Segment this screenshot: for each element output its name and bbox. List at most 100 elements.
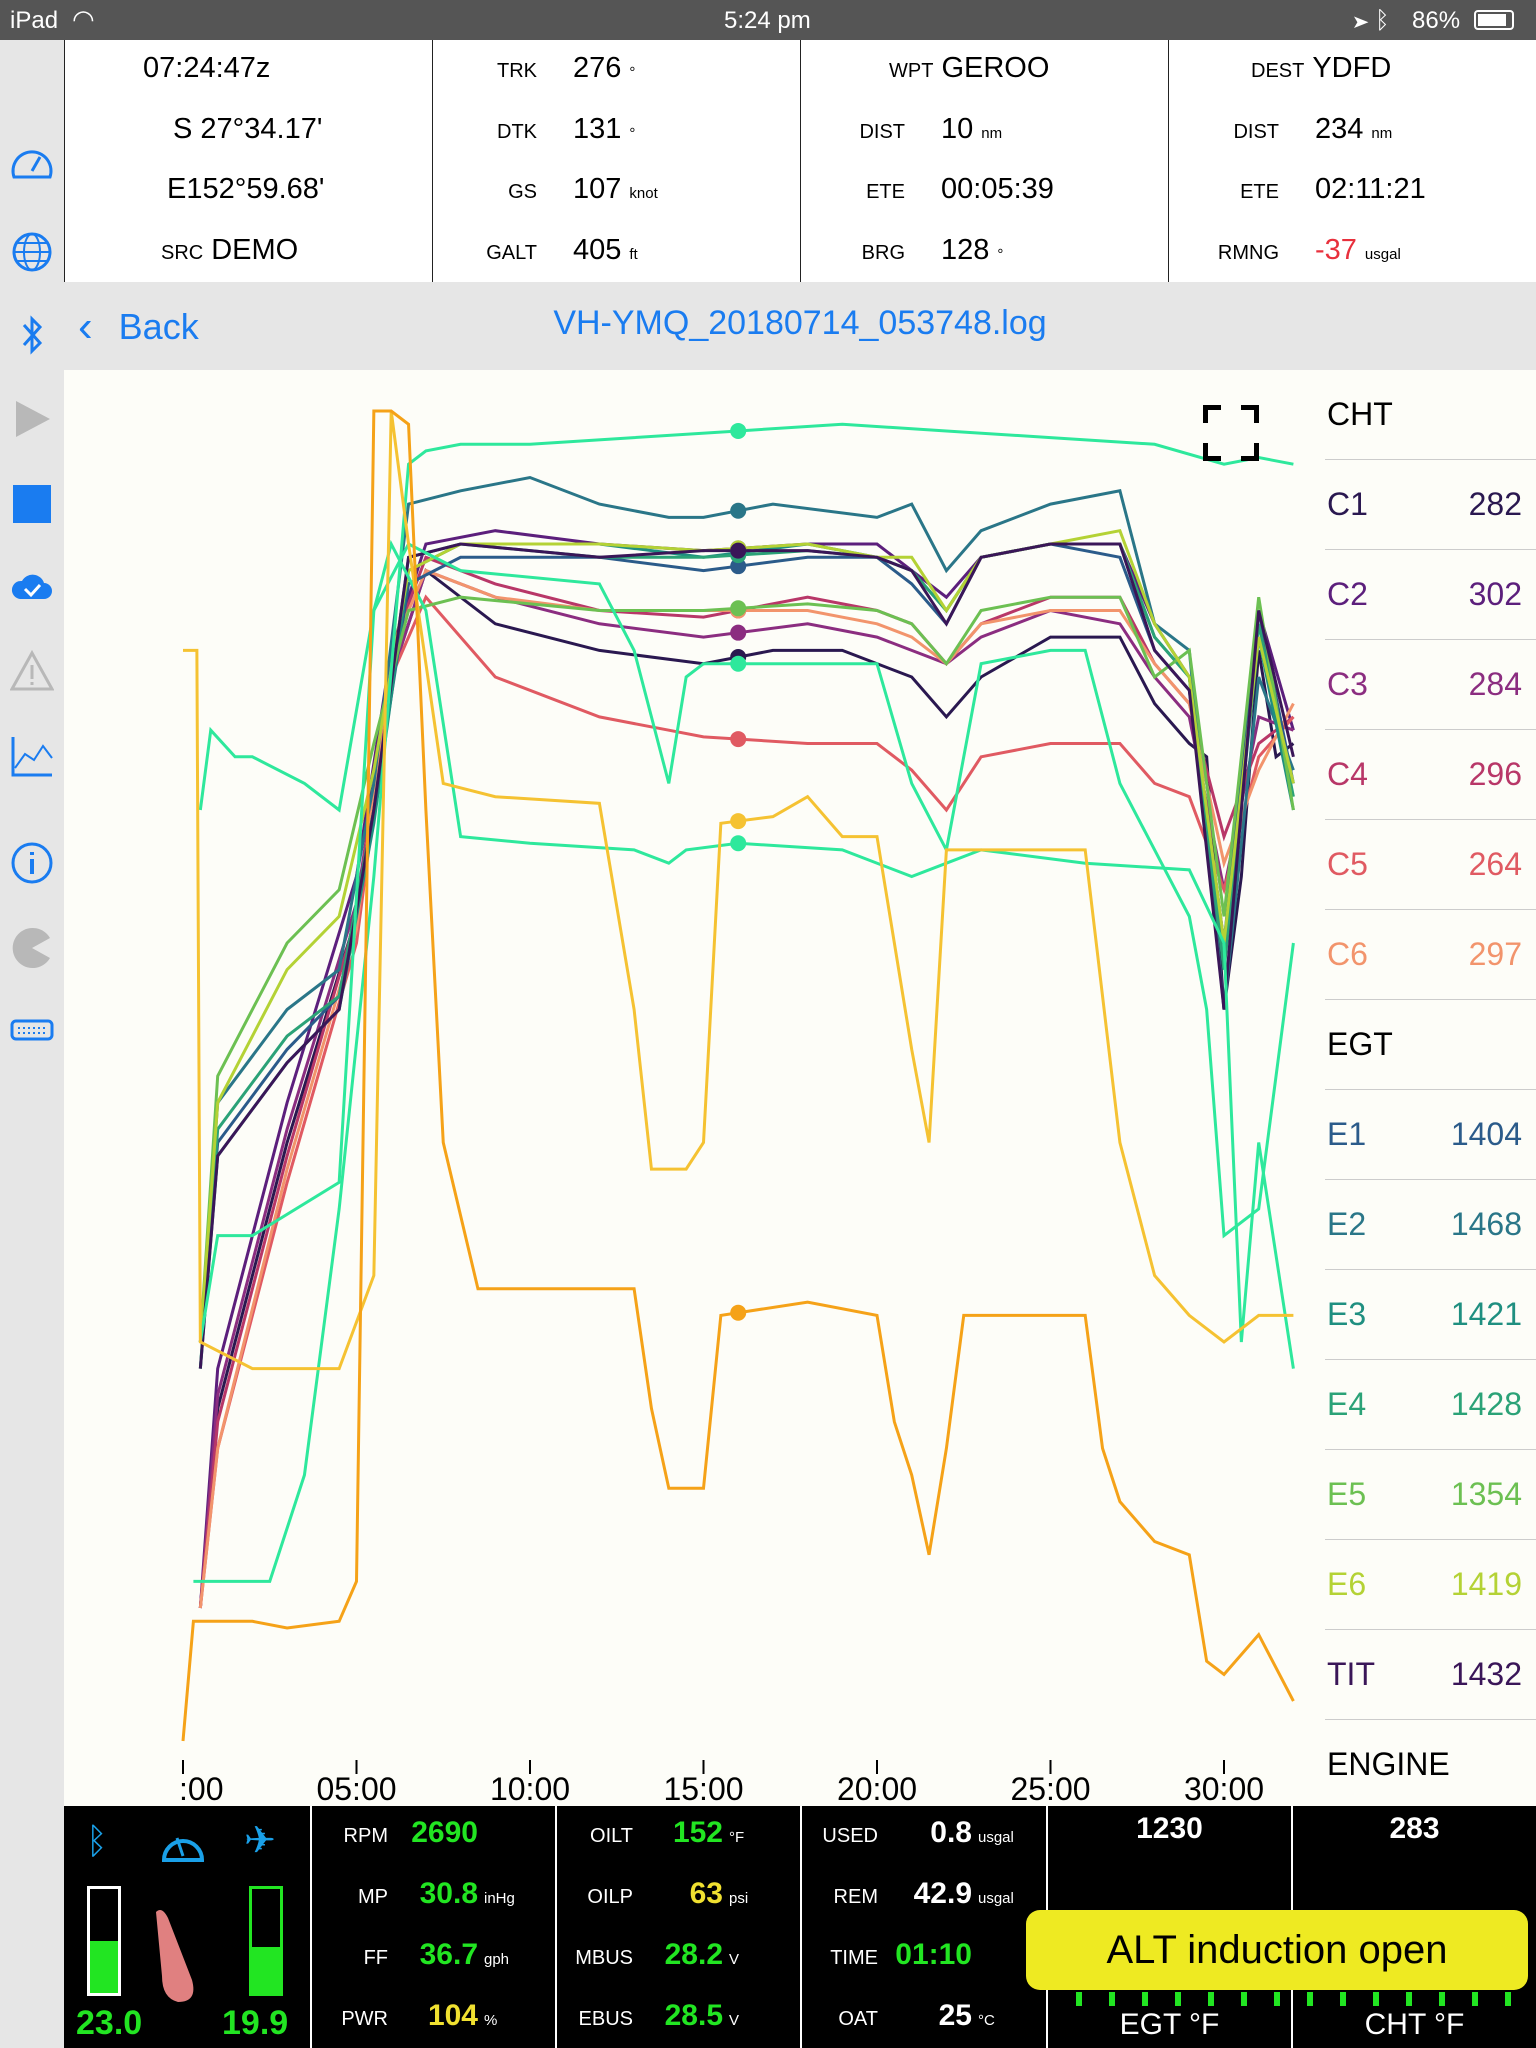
left-fuel-bar: [87, 1886, 121, 1996]
legend-label: C5: [1327, 846, 1368, 882]
x-tick-label: 20:00: [837, 1771, 917, 1806]
cursor-dot-engine-13: [730, 422, 747, 439]
cursor-dot-E5: [730, 600, 747, 617]
cursor-dot-E2: [730, 502, 747, 519]
info-row: GS 107 knot: [433, 173, 800, 213]
info-label: DIST: [1233, 121, 1279, 143]
gauge-unit: usgal: [978, 1829, 1014, 1846]
engine-monitor-panel: ᛒ ✈ 23.0 19.9 RPM 2690 MP 30.8 inHg FF 36.7 gph…: [64, 1806, 1536, 2048]
legend-item: E6 1419: [1325, 1540, 1536, 1630]
info-unit: nm: [981, 125, 1003, 142]
gauge-value: 01:10: [895, 1938, 972, 1971]
bar-tick: [1208, 1992, 1214, 2006]
egt-value: 1230: [1136, 1812, 1203, 1845]
bar-tick: [1505, 1992, 1511, 2006]
gauge-label: OILP: [587, 1886, 633, 1908]
x-tick-label: 30:00: [1184, 1771, 1264, 1806]
gauge-label: FF: [363, 1947, 388, 1969]
gauge-label: PWR: [341, 2008, 388, 2030]
gauge-value: 42.9: [913, 1877, 972, 1910]
fullscreen-icon[interactable]: [1202, 404, 1260, 462]
info-label: DTK: [497, 121, 537, 143]
x-tick-label: 10:00: [490, 1771, 570, 1806]
dest-value: YDFD: [1312, 52, 1392, 84]
info-label: GALT: [486, 242, 537, 264]
airplane-icon: ✈: [244, 1820, 276, 1862]
warning-icon[interactable]: [10, 649, 54, 693]
info-row: ETE 00:05:39: [801, 173, 1168, 213]
bluetooth-icon[interactable]: [10, 313, 54, 357]
cursor-dot-engine-16: [730, 813, 747, 830]
play-icon[interactable]: [10, 397, 54, 441]
gauge-unit: gph: [484, 1951, 510, 1968]
cloud-check-icon[interactable]: [10, 565, 54, 609]
info-value: 128: [941, 234, 990, 266]
status-bar: iPad ◠ 5:24 pm ➤ ᛒ 86%: [0, 0, 1536, 40]
bar-tick: [1472, 1992, 1478, 2006]
legend-item: E5 1354: [1325, 1450, 1536, 1540]
legend-label: E3: [1327, 1296, 1367, 1332]
legend-item: C3 284: [1325, 640, 1536, 730]
legend-item: E2 1468: [1325, 1180, 1536, 1270]
alert-banner[interactable]: ALT induction open: [1026, 1910, 1528, 1990]
gauge-value: 30.8: [419, 1877, 478, 1910]
legend-value: 1419: [1450, 1566, 1522, 1602]
log-title: VH-YMQ_20180714_053748.log: [553, 304, 1047, 342]
stop-icon[interactable]: [10, 482, 54, 526]
legend-item: TIT 1432: [1325, 1630, 1536, 1720]
legend-header: CHT: [1325, 370, 1536, 460]
keyboard-icon[interactable]: [10, 1008, 54, 1052]
info-row: DIST 10 nm: [801, 113, 1168, 153]
info-label: GS: [508, 181, 537, 203]
bar-tick: [1406, 1992, 1412, 2006]
legend-value: 297: [1468, 936, 1522, 972]
legend-item: E1 1404: [1325, 1090, 1536, 1180]
gauge-icon[interactable]: [10, 141, 54, 185]
legend-value: 1421: [1450, 1296, 1522, 1332]
gauge-value: 104: [427, 1999, 478, 2032]
info-icon[interactable]: [10, 841, 54, 885]
dest-label: DEST: [1251, 60, 1305, 82]
globe-icon[interactable]: [10, 230, 54, 274]
legend-item: E4 1428: [1325, 1360, 1536, 1450]
bar-tick: [1142, 1992, 1148, 2006]
bar-tick: [1175, 1992, 1181, 2006]
gauge-unit: inHg: [484, 1890, 515, 1907]
legend-label: CHT: [1327, 396, 1393, 432]
info-label: ETE: [866, 181, 905, 203]
right-fuel-value: 19.9: [222, 2004, 289, 2042]
info-label: TRK: [497, 60, 537, 82]
engine-chart[interactable]: :00 05:00 10:00 15:00 20:00 25:00 30:00: [64, 370, 1325, 1806]
info-value: 02:11:21: [1315, 173, 1426, 205]
bar-tick: [1241, 1992, 1247, 2006]
cht-value: 283: [1389, 1812, 1440, 1845]
legend-value: 302: [1468, 576, 1522, 612]
info-row: DTK 131 °: [433, 113, 800, 153]
legend-item: C1 282: [1325, 460, 1536, 550]
info-label: BRG: [861, 242, 905, 264]
gauge-row: MP 30.8 inHg: [312, 1877, 555, 1917]
chart-icon[interactable]: [10, 734, 54, 778]
x-tick-label: :00: [179, 1771, 223, 1806]
engine-column: RPM 2690 MP 30.8 inHg FF 36.7 gph PWR 104%: [310, 1806, 555, 2048]
gauge-row: OILP 63 psi: [557, 1877, 800, 1917]
x-tick-label: 25:00: [1010, 1771, 1090, 1806]
gauge-unit: V: [729, 2012, 740, 2029]
gauge-value: 63: [689, 1877, 723, 1910]
gauge-row: MBUS 28.2 V: [557, 1938, 800, 1978]
info-row: TRK 276 °: [433, 52, 800, 92]
nav-info-panel: 07:24:47z S 27°34.17' E152°59.68' SRC DEM…: [64, 40, 1536, 282]
legend-label: C3: [1327, 666, 1368, 702]
cursor-dot-engine-14: [730, 835, 747, 852]
pacman-icon[interactable]: [10, 926, 54, 970]
legend-label: E1: [1327, 1116, 1367, 1152]
gauge-label: MP: [358, 1886, 388, 1908]
src-label: SRC: [161, 242, 204, 264]
gauge-row: OILT 152 °F: [557, 1816, 800, 1856]
legend-label: E6: [1327, 1566, 1367, 1602]
gauge-label: OAT: [838, 2008, 878, 2030]
wpt-value: GEROO: [941, 52, 1050, 84]
gauge-unit: usgal: [978, 1890, 1014, 1907]
gauge-label: OILT: [590, 1825, 633, 1847]
info-value: 10: [941, 113, 974, 145]
